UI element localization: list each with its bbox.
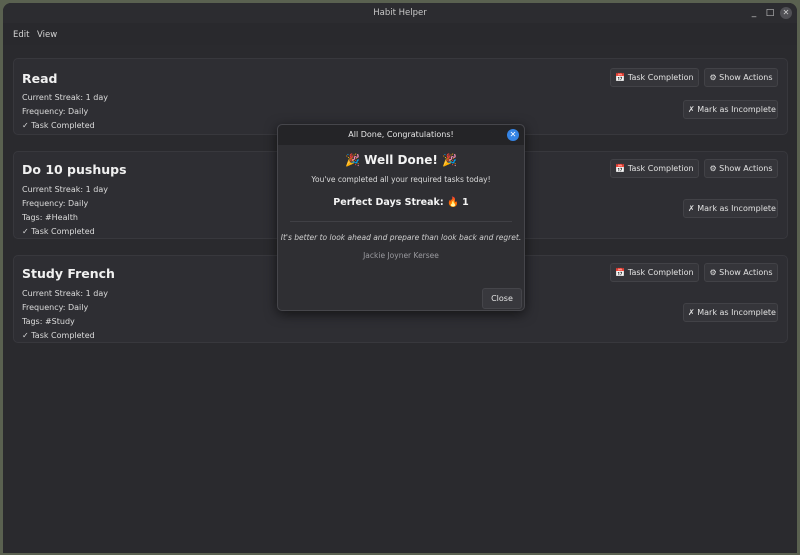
mark-incomplete-button[interactable]: ✗ Mark as Incomplete xyxy=(683,199,778,218)
perfect-days-streak: Perfect Days Streak: 🔥 1 xyxy=(333,197,469,208)
menu-edit[interactable]: Edit xyxy=(13,30,29,40)
show-actions-button[interactable]: ⚙ Show Actions xyxy=(704,159,778,178)
habit-name: Do 10 pushups xyxy=(22,162,127,177)
task-completion-button[interactable]: 📅 Task Completion xyxy=(610,159,699,178)
habit-status: ✓ Task Completed xyxy=(22,331,95,340)
habit-frequency: Frequency: Daily xyxy=(22,303,89,312)
app-window: Habit Helper _ □ ✕ Edit View Read Curren… xyxy=(3,3,797,553)
habit-frequency: Frequency: Daily xyxy=(22,199,89,208)
habit-status: ✓ Task Completed xyxy=(22,227,95,236)
habit-streak: Current Streak: 1 day xyxy=(22,93,108,102)
habit-status: ✓ Task Completed xyxy=(22,121,95,130)
menu-bar: Edit View xyxy=(3,26,797,44)
show-actions-button[interactable]: ⚙ Show Actions xyxy=(704,263,778,282)
mark-incomplete-button[interactable]: ✗ Mark as Incomplete xyxy=(683,100,778,119)
dialog-message: You've completed all your required tasks… xyxy=(311,175,491,184)
habit-streak: Current Streak: 1 day xyxy=(22,289,108,298)
dialog-title: All Done, Congratulations! xyxy=(278,125,524,145)
dialog-heading: 🎉 Well Done! 🎉 xyxy=(345,153,457,167)
congratulations-dialog: All Done, Congratulations! ✕ 🎉 Well Done… xyxy=(277,124,525,311)
window-title: Habit Helper xyxy=(373,8,427,18)
menu-view[interactable]: View xyxy=(37,30,57,40)
habit-name: Study French xyxy=(22,266,115,281)
window-close-button[interactable]: ✕ xyxy=(780,7,792,19)
quote-author: Jackie Joyner Kersee xyxy=(363,251,439,260)
habit-tags: Tags: #Health xyxy=(22,213,78,222)
habit-streak: Current Streak: 1 day xyxy=(22,185,108,194)
title-bar: Habit Helper _ □ ✕ xyxy=(3,3,797,23)
habit-name: Read xyxy=(22,71,58,86)
show-actions-button[interactable]: ⚙ Show Actions xyxy=(704,68,778,87)
close-button[interactable]: Close xyxy=(482,288,522,309)
habit-tags: Tags: #Study xyxy=(22,317,75,326)
maximize-button[interactable]: □ xyxy=(764,7,776,19)
dialog-close-icon[interactable]: ✕ xyxy=(507,129,519,141)
quote-text: It's better to look ahead and prepare th… xyxy=(280,233,522,242)
habit-frequency: Frequency: Daily xyxy=(22,107,89,116)
minimize-button[interactable]: _ xyxy=(748,7,760,19)
task-completion-button[interactable]: 📅 Task Completion xyxy=(610,68,699,87)
dialog-divider xyxy=(290,221,512,222)
mark-incomplete-button[interactable]: ✗ Mark as Incomplete xyxy=(683,303,778,322)
task-completion-button[interactable]: 📅 Task Completion xyxy=(610,263,699,282)
